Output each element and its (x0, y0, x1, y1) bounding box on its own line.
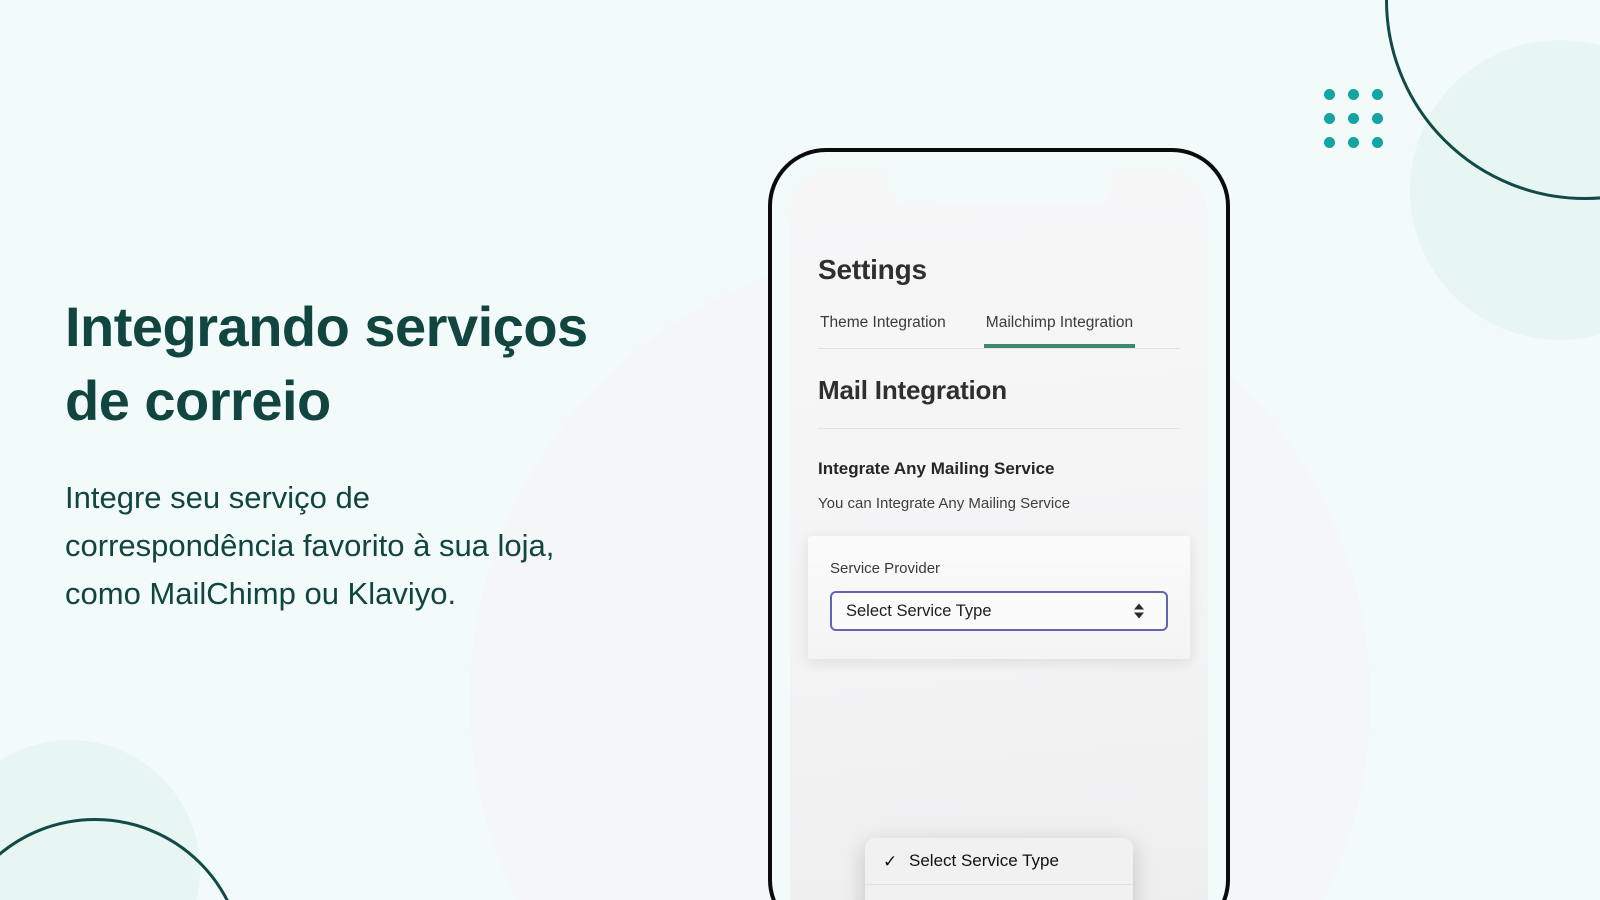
hero-copy: Integrando serviços de correio Integre s… (65, 290, 765, 618)
dot (1372, 137, 1383, 148)
dropdown-option-select-service-type[interactable]: ✓ Select Service Type (865, 838, 1133, 885)
settings-screen: Settings Theme Integration Mailchimp Int… (790, 170, 1208, 659)
tab-mailchimp-integration[interactable]: Mailchimp Integration (983, 314, 1136, 348)
decor-circle-top-right-filled (1410, 40, 1600, 340)
chevron-down-icon (1134, 612, 1144, 619)
dot (1372, 89, 1383, 100)
service-type-dropdown-menu[interactable]: ✓ Select Service Type Mailchimp Klaviyo (865, 838, 1133, 900)
dot-grid-icon (1324, 89, 1383, 148)
service-provider-label: Service Provider (830, 560, 941, 577)
checkmark-icon: ✓ (883, 851, 898, 871)
dropdown-option-mailchimp[interactable]: Mailchimp (865, 885, 1133, 900)
stepper-arrows-icon (1134, 603, 1144, 619)
service-provider-card: Service Provider Select Service Type (808, 536, 1190, 659)
decor-circle-bottom-left-filled (0, 740, 200, 900)
section-heading: Integrate Any Mailing Service (818, 459, 1055, 478)
service-type-select-value: Select Service Type (846, 601, 992, 620)
dot (1324, 89, 1335, 100)
mail-integration-heading: Mail Integration (818, 375, 1180, 429)
phone-screen: Settings Theme Integration Mailchimp Int… (790, 170, 1208, 900)
dot (1348, 89, 1359, 100)
chevron-up-icon (1134, 603, 1144, 610)
phone-mockup: Settings Theme Integration Mailchimp Int… (768, 148, 1230, 900)
page-subtitle: Integre seu serviço de correspondência f… (65, 479, 555, 611)
dot (1348, 113, 1359, 124)
service-type-select[interactable]: Select Service Type (830, 591, 1168, 631)
dot (1324, 137, 1335, 148)
section-description: You can Integrate Any Mailing Service (818, 495, 1071, 512)
dropdown-option-label: Select Service Type (909, 851, 1059, 870)
dot (1324, 113, 1335, 124)
tab-theme-integration[interactable]: Theme Integration (818, 314, 948, 348)
settings-tabs: Theme Integration Mailchimp Integration (818, 314, 1180, 349)
page-title: Integrando serviços de correio (65, 295, 588, 432)
decor-circle-bottom-left-outline (0, 818, 245, 900)
dot (1348, 137, 1359, 148)
dot (1372, 113, 1383, 124)
settings-title: Settings (818, 254, 927, 285)
decor-circle-top-right-outline (1385, 0, 1600, 200)
